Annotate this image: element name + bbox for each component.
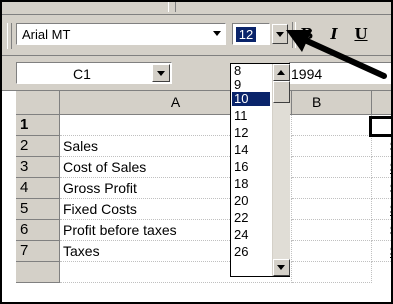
cell-c3[interactable]: $ — [372, 157, 391, 178]
active-cell-outline — [369, 116, 391, 137]
size-option-22[interactable]: 22 — [232, 211, 270, 225]
select-all-corner[interactable] — [16, 91, 60, 115]
pointer-arrow-icon — [286, 30, 387, 79]
name-box-dropdown-button[interactable] — [152, 64, 170, 82]
cell-b3[interactable] — [292, 157, 372, 178]
row-header-3[interactable]: 3 — [16, 157, 60, 178]
font-size-list[interactable]: 8 9 10 11 12 14 16 18 20 22 24 26 — [230, 63, 290, 277]
menu-bar-remnant — [2, 2, 391, 15]
name-box-value: C1 — [73, 66, 91, 82]
size-option-26[interactable]: 26 — [232, 245, 270, 259]
column-header-c[interactable] — [372, 91, 391, 115]
worksheet-grid: A B 1 2 Sales $ 3 Cost of Sales $ 4 Gros… — [2, 91, 391, 302]
cell-b7[interactable] — [292, 241, 372, 262]
cell-b1[interactable] — [292, 115, 372, 136]
size-option-14[interactable]: 14 — [232, 143, 270, 157]
row-header-2[interactable]: 2 — [16, 136, 60, 157]
font-name-value: Arial MT — [22, 27, 71, 42]
size-option-12[interactable]: 12 — [232, 126, 270, 140]
cell-c5[interactable]: $ — [372, 199, 391, 220]
row-header-4[interactable]: 4 — [16, 178, 60, 199]
size-option-10[interactable]: 10 — [232, 92, 270, 106]
column-header-b[interactable]: B — [292, 91, 372, 115]
row-header-7[interactable]: 7 — [16, 241, 60, 262]
chevron-down-icon[interactable] — [213, 31, 221, 36]
size-option-16[interactable]: 16 — [232, 160, 270, 174]
scroll-down-arrow-icon[interactable] — [273, 259, 290, 276]
size-option-18[interactable]: 18 — [232, 177, 270, 191]
cell-b6[interactable] — [292, 220, 372, 241]
cell-b4[interactable] — [292, 178, 372, 199]
cell-b8[interactable] — [292, 262, 372, 283]
size-option-11[interactable]: 11 — [232, 109, 270, 123]
cell-b5[interactable] — [292, 199, 372, 220]
cell-b2[interactable] — [292, 136, 372, 157]
row-header-8[interactable] — [16, 262, 60, 283]
cell-c2[interactable]: $ — [372, 136, 391, 157]
name-box[interactable]: C1 — [16, 62, 172, 84]
size-option-9[interactable]: 9 — [232, 78, 270, 92]
excel-window: Arial MT 12 B I U C1 1994 A B 1 2 Sales … — [0, 0, 393, 304]
font-name-combo[interactable]: Arial MT — [16, 23, 226, 45]
row-header-6[interactable]: 6 — [16, 220, 60, 241]
size-option-24[interactable]: 24 — [232, 228, 270, 242]
size-option-20[interactable]: 20 — [232, 194, 270, 208]
cell-c6[interactable]: $ — [372, 220, 391, 241]
row-header-1[interactable]: 1 — [16, 115, 60, 136]
size-list-scrollbar[interactable] — [272, 64, 290, 276]
cell-c4[interactable]: $ — [372, 178, 391, 199]
cell-c7[interactable]: $ — [372, 241, 391, 262]
size-option-8[interactable]: 8 — [232, 64, 270, 78]
font-size-combo[interactable]: 12 — [232, 23, 270, 45]
row-header-5[interactable]: 5 — [16, 199, 60, 220]
toolbar-grip[interactable] — [7, 23, 12, 49]
font-size-value: 12 — [236, 27, 256, 42]
